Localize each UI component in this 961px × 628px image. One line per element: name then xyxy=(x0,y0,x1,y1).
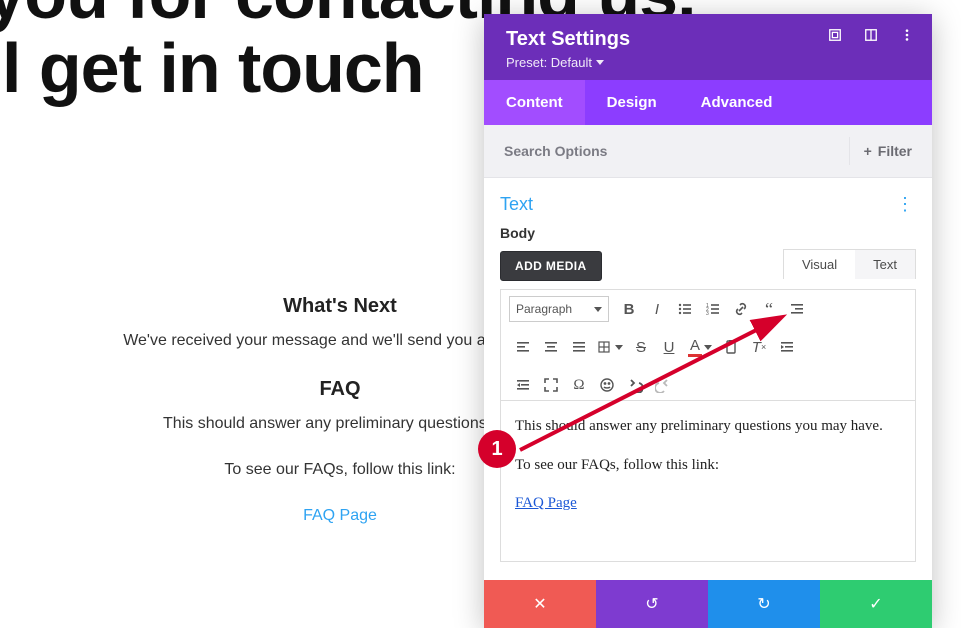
emoji-icon[interactable] xyxy=(593,372,621,398)
align-center-icon[interactable] xyxy=(537,334,565,360)
chevron-down-icon xyxy=(596,60,604,65)
close-icon: ✕ xyxy=(533,594,546,614)
panel-title: Text Settings xyxy=(506,28,630,51)
rich-text-editor[interactable]: This should answer any preliminary quest… xyxy=(500,400,916,562)
paragraph-format-select[interactable]: Paragraph xyxy=(509,296,609,322)
check-icon: ✓ xyxy=(869,594,882,614)
preset-selector[interactable]: Preset: Default xyxy=(506,55,630,70)
expand-icon[interactable] xyxy=(828,28,842,47)
panel-tabs: Content Design Advanced xyxy=(484,80,932,125)
save-button[interactable]: ✓ xyxy=(820,580,932,628)
panel-header: Text Settings Preset: Default xyxy=(484,14,932,80)
indent-icon[interactable] xyxy=(773,334,801,360)
annotation-marker-1: 1 xyxy=(478,430,516,468)
ordered-list-icon[interactable]: 123 xyxy=(699,296,727,322)
section-title-text[interactable]: Text xyxy=(500,194,533,215)
editor-mode-tabs: Visual Text xyxy=(783,249,916,279)
search-bar: Search Options + Filter xyxy=(484,125,932,178)
editor-tab-text[interactable]: Text xyxy=(855,250,915,279)
editor-paragraph-1[interactable]: This should answer any preliminary quest… xyxy=(515,415,901,438)
snap-icon[interactable] xyxy=(864,28,878,47)
filter-button[interactable]: + Filter xyxy=(849,137,926,165)
italic-icon[interactable]: I xyxy=(643,296,671,322)
editor-toolbar: Paragraph B I 123 “ S U A xyxy=(500,289,916,400)
redo-icon: ↻ xyxy=(757,594,770,614)
align-left-icon[interactable] xyxy=(509,334,537,360)
search-options-input[interactable]: Search Options xyxy=(504,143,607,159)
underline-icon[interactable]: U xyxy=(655,334,683,360)
editor-faq-link[interactable]: FAQ Page xyxy=(515,495,577,511)
unordered-list-icon[interactable] xyxy=(671,296,699,322)
special-char-icon[interactable]: Ω xyxy=(565,372,593,398)
text-color-icon[interactable]: A xyxy=(683,334,717,360)
table-icon[interactable] xyxy=(593,334,627,360)
text-settings-panel: Text Settings Preset: Default Conten xyxy=(484,14,932,628)
clear-formatting-icon[interactable]: T× xyxy=(745,334,773,360)
redo-icon[interactable] xyxy=(649,372,677,398)
outdent-icon[interactable] xyxy=(509,372,537,398)
redo-changes-button[interactable]: ↻ xyxy=(708,580,820,628)
bold-icon[interactable]: B xyxy=(615,296,643,322)
kebab-menu-icon[interactable] xyxy=(900,28,914,47)
plus-icon: + xyxy=(864,143,872,159)
align-right-icon[interactable] xyxy=(783,296,811,322)
undo-icon: ↺ xyxy=(645,594,658,614)
body-label: Body xyxy=(500,225,916,241)
panel-body: Text ⋮ Body ADD MEDIA Visual Text Paragr… xyxy=(484,178,932,580)
link-icon[interactable] xyxy=(727,296,755,322)
paste-icon[interactable] xyxy=(717,334,745,360)
discard-button[interactable]: ✕ xyxy=(484,580,596,628)
tab-content[interactable]: Content xyxy=(484,80,585,125)
editor-tab-visual[interactable]: Visual xyxy=(784,250,855,279)
section-options-icon[interactable]: ⋮ xyxy=(896,194,916,215)
blockquote-icon[interactable]: “ xyxy=(755,296,783,322)
fullscreen-icon[interactable] xyxy=(537,372,565,398)
align-justify-icon[interactable] xyxy=(565,334,593,360)
undo-changes-button[interactable]: ↺ xyxy=(596,580,708,628)
tab-design[interactable]: Design xyxy=(585,80,679,125)
add-media-button[interactable]: ADD MEDIA xyxy=(500,251,602,281)
undo-icon[interactable] xyxy=(621,372,649,398)
strikethrough-icon[interactable]: S xyxy=(627,334,655,360)
chevron-down-icon xyxy=(594,307,602,312)
editor-paragraph-2[interactable]: To see our FAQs, follow this link: xyxy=(515,454,901,477)
tab-advanced[interactable]: Advanced xyxy=(679,80,795,125)
panel-footer: ✕ ↺ ↻ ✓ xyxy=(484,580,932,628)
svg-text:3: 3 xyxy=(706,311,709,317)
